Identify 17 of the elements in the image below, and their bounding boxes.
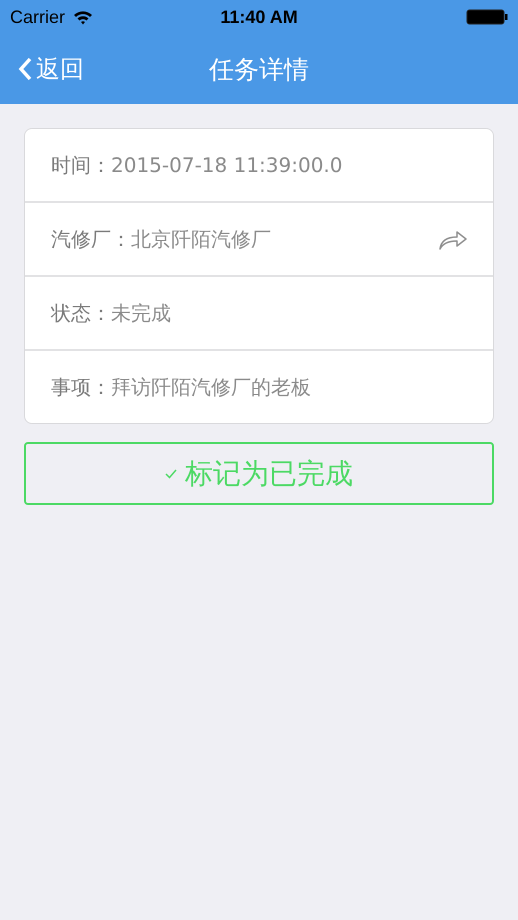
wifi-icon — [73, 10, 94, 24]
mark-complete-button[interactable]: 标记为已完成 — [24, 442, 494, 505]
chevron-left-icon — [18, 57, 32, 81]
checkmark-icon — [165, 468, 177, 478]
field-value: 北京阡陌汽修厂 — [131, 226, 272, 252]
carrier-name: Carrier — [10, 6, 66, 28]
back-button[interactable]: 返回 — [18, 53, 84, 85]
field-value: 拜访阡陌汽修厂的老板 — [111, 374, 312, 400]
battery-icon — [466, 9, 508, 25]
field-label: 状态： — [51, 300, 111, 326]
field-label: 事项： — [51, 374, 111, 400]
field-label: 时间： — [51, 152, 111, 178]
field-value: 2015-07-18 11:39:00.0 — [111, 153, 344, 177]
page-title: 任务详情 — [209, 54, 309, 86]
status-time: 11:40 AM — [220, 6, 298, 28]
field-value: 未完成 — [111, 300, 172, 326]
field-label: 汽修厂： — [51, 226, 131, 252]
